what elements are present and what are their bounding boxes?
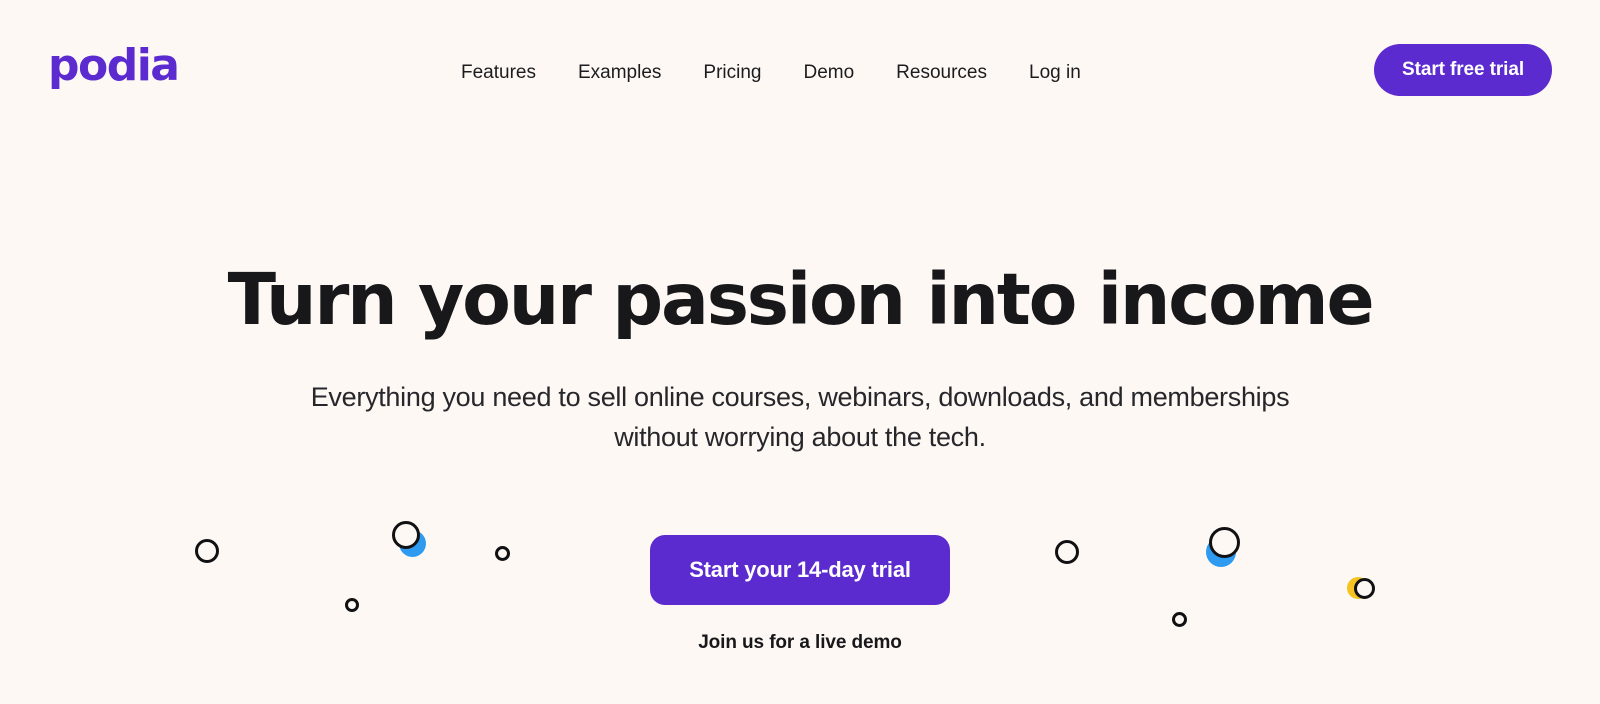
decor-circle-ring-8 [1354, 578, 1375, 599]
decor-circle-ring-2 [345, 598, 359, 612]
nav-link-pricing[interactable]: Pricing [682, 56, 782, 91]
header-start-free-trial-button[interactable]: Start free trial [1374, 44, 1552, 96]
decor-blob-blue-1 [399, 530, 426, 557]
podia-logo[interactable]: podia [48, 44, 180, 88]
nav-link-features[interactable]: Features [440, 56, 557, 91]
decor-blob-blue-2 [1206, 537, 1236, 567]
nav-link-demo[interactable]: Demo [782, 56, 875, 91]
hero-live-demo-link[interactable]: Join us for a live demo [698, 632, 902, 654]
nav-link-resources[interactable]: Resources [875, 56, 1008, 91]
hero-subheadline: Everything you need to sell online cours… [310, 382, 1290, 452]
decor-circle-ring-4 [495, 546, 510, 561]
nav-link-log-in[interactable]: Log in [1008, 56, 1102, 91]
nav-link-examples[interactable]: Examples [557, 56, 682, 91]
main-navigation: Features Examples Pricing Demo Resources Log … [440, 56, 1102, 91]
decor-blob-yellow-1 [1347, 577, 1369, 599]
site-header: podia Features Examples Pricing Demo Resourc… [0, 0, 1600, 142]
decor-circle-ring-3 [392, 521, 420, 549]
hero-start-trial-button[interactable]: Start your 14-day trial [650, 535, 950, 605]
decor-circle-ring-6 [1172, 612, 1187, 627]
decor-circle-ring-7 [1209, 527, 1240, 558]
decor-circle-ring-1 [195, 539, 219, 563]
decor-circle-ring-5 [1055, 540, 1079, 564]
hero-headline: Turn your passion into income [227, 258, 1375, 341]
